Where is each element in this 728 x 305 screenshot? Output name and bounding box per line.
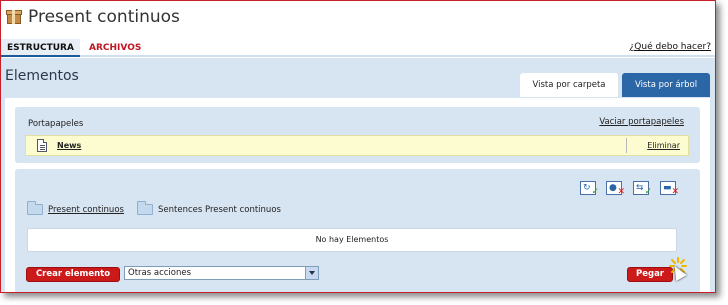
top-tabs: ESTRUCTURA ARCHIVOS ¿Qué debo hacer?: [1, 39, 715, 57]
box-icon: [6, 10, 22, 24]
delete-icon[interactable]: ● ✕: [606, 181, 625, 197]
paste-ok-icon[interactable]: ↻ ✓: [580, 181, 599, 197]
folder-label[interactable]: Sentences Present continuos: [158, 205, 281, 215]
remove-icon[interactable]: ▬ ✕: [660, 181, 679, 197]
elements-panel: ↻ ✓ ● ✕ ⇆ ✓ ▬ ✕ Present continuos Sentenc: [15, 169, 700, 292]
paste-button[interactable]: Pegar: [627, 267, 673, 282]
tab-archivos[interactable]: ARCHIVOS: [89, 39, 141, 57]
folder-item[interactable]: Present continuos: [27, 201, 124, 215]
empty-message: No hay Elementos: [315, 235, 389, 244]
actions-select-value: Otras acciones: [128, 268, 192, 278]
tab-folder-view[interactable]: Vista por carpeta: [520, 73, 618, 97]
document-icon: [37, 139, 47, 152]
folder-icon: [27, 201, 43, 215]
clipboard-item: News Eliminar: [25, 135, 689, 156]
empty-list: No hay Elementos: [27, 228, 677, 252]
page-title: Present continuos: [28, 7, 180, 27]
move-ok-icon[interactable]: ⇆ ✓: [633, 181, 652, 197]
tab-tree-view[interactable]: Vista por árbol: [622, 73, 710, 97]
folder-label[interactable]: Present continuos: [48, 205, 124, 215]
main-area: Elementos Vista por carpeta Vista por ár…: [1, 58, 715, 292]
folder-icon: [137, 201, 153, 215]
divider: [626, 138, 627, 153]
tab-estructura[interactable]: ESTRUCTURA: [1, 39, 80, 57]
clipboard-title: Portapapeles: [28, 119, 84, 129]
content-area: Portapapeles Vaciar portapapeles News El…: [5, 98, 710, 292]
actions-select[interactable]: Otras acciones: [124, 266, 319, 280]
app-window: Present continuos ESTRUCTURA ARCHIVOS ¿Q…: [0, 0, 716, 293]
folder-item[interactable]: Sentences Present continuos: [137, 201, 281, 215]
clipboard-item-link[interactable]: News: [57, 141, 81, 150]
section-heading: Elementos: [5, 68, 79, 84]
chevron-down-icon[interactable]: [305, 267, 318, 279]
create-element-button[interactable]: Crear elemento: [26, 267, 120, 282]
title-bar: Present continuos: [6, 7, 180, 27]
empty-clipboard-link[interactable]: Vaciar portapapeles: [599, 117, 684, 127]
help-link[interactable]: ¿Qué debo hacer?: [630, 42, 711, 52]
clipboard-panel: Portapapeles Vaciar portapapeles News El…: [15, 107, 700, 163]
remove-clipboard-item-link[interactable]: Eliminar: [647, 141, 680, 150]
